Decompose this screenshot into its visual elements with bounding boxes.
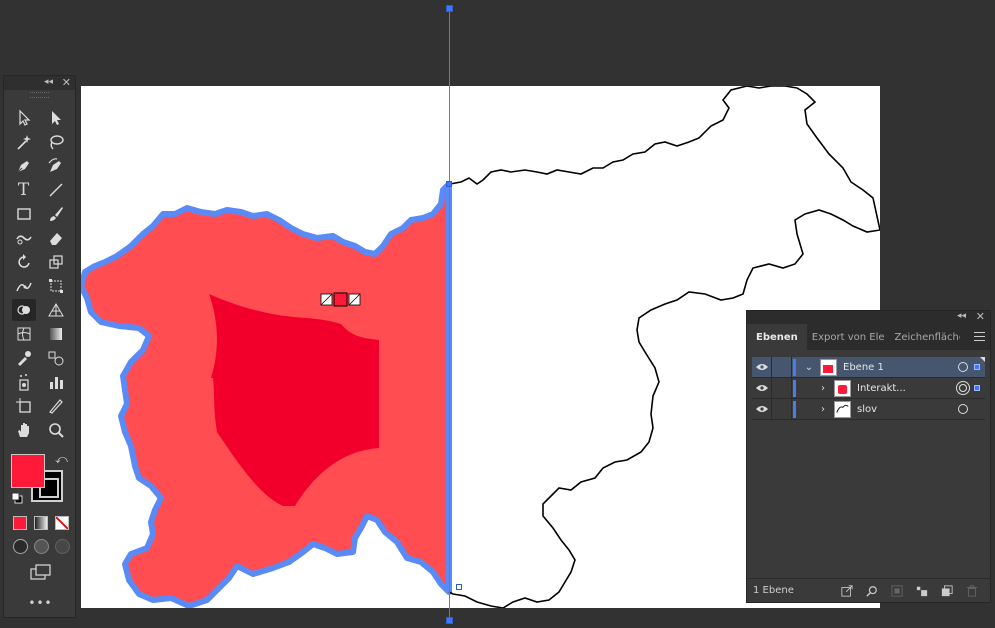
draw-normal-icon[interactable]: [13, 539, 28, 554]
edit-toolbar-icon[interactable]: •••: [4, 596, 77, 610]
tab-asset-export[interactable]: Export von Ele: [807, 324, 890, 350]
selection-vertical-line[interactable]: [449, 8, 450, 621]
layer-name[interactable]: slov: [857, 404, 958, 415]
paintbrush-tool-icon[interactable]: [44, 203, 68, 225]
layer-row[interactable]: › slov: [752, 398, 985, 420]
layers-panel: ◂◂ ✕ Ebenen Export von Ele Zeichenfläche…: [746, 310, 991, 603]
column-graph-tool-icon[interactable]: [44, 371, 68, 393]
target-circle-icon[interactable]: [958, 362, 968, 372]
line-segment-tool-icon[interactable]: [44, 179, 68, 201]
delete-icon[interactable]: [965, 584, 979, 598]
pen-tool-icon[interactable]: [12, 155, 36, 177]
slice-tool-icon[interactable]: [44, 395, 68, 417]
free-transform-tool-icon[interactable]: [44, 275, 68, 297]
lock-toggle[interactable]: [772, 398, 792, 420]
new-sublayer-icon[interactable]: [915, 584, 929, 598]
close-icon[interactable]: ✕: [976, 310, 985, 323]
target-circle-icon[interactable]: [958, 404, 968, 414]
tools-panel-header[interactable]: ◂◂ ✕: [4, 76, 75, 90]
close-icon[interactable]: ✕: [62, 76, 71, 89]
none-mode-button[interactable]: [55, 516, 69, 530]
visibility-eye-icon[interactable]: [752, 377, 772, 399]
layer-color-bar: [793, 379, 796, 397]
rectangle-tool-icon[interactable]: [12, 203, 36, 225]
selection-indicator[interactable]: [974, 364, 980, 370]
selection-tool-icon[interactable]: [12, 107, 36, 129]
layer-row[interactable]: › Interakt...: [752, 377, 985, 399]
layers-panel-header[interactable]: ◂◂ ✕: [747, 310, 990, 324]
layer-count: 1 Ebene: [753, 585, 794, 596]
gradient-mode-button[interactable]: [34, 516, 48, 530]
target-circle-icon[interactable]: [959, 384, 967, 392]
swap-fill-stroke-icon[interactable]: ⤺: [55, 452, 68, 467]
layer-row[interactable]: ⌄ Ebene 1: [752, 356, 985, 378]
search-icon[interactable]: [865, 584, 879, 598]
chevron-right-icon[interactable]: ›: [816, 404, 830, 415]
fill-color-swatch[interactable]: [11, 454, 45, 488]
rotate-tool-icon[interactable]: [12, 251, 36, 273]
perspective-grid-tool-icon[interactable]: [44, 299, 68, 321]
layer-thumbnail: [834, 400, 851, 418]
puppet-warp-tool-icon[interactable]: [12, 275, 36, 297]
draw-inside-icon[interactable]: [55, 539, 70, 554]
magic-wand-tool-icon[interactable]: [12, 131, 36, 153]
type-tool-icon[interactable]: T: [12, 179, 36, 201]
hand-tool-icon[interactable]: [12, 419, 36, 441]
panel-grip[interactable]: [30, 92, 49, 98]
new-layer-icon[interactable]: [940, 584, 954, 598]
layer-name[interactable]: Ebene 1: [843, 362, 958, 373]
artboard-tool-icon[interactable]: [12, 395, 36, 417]
zoom-tool-icon[interactable]: [44, 419, 68, 441]
shaper-tool-icon[interactable]: [12, 227, 36, 249]
layer-name[interactable]: Interakt...: [857, 383, 959, 394]
center-point-marker[interactable]: [320, 292, 361, 307]
tab-artboards[interactable]: Zeichenflächer: [890, 324, 960, 350]
blend-tool-icon[interactable]: [44, 347, 68, 369]
export-icon[interactable]: [840, 584, 854, 598]
chevron-down-icon[interactable]: ⌄: [802, 362, 816, 373]
visibility-eye-icon[interactable]: [752, 398, 772, 420]
symbol-sprayer-tool-icon[interactable]: [12, 371, 36, 393]
direct-selection-tool-icon[interactable]: [44, 107, 68, 129]
scale-tool-icon[interactable]: [44, 251, 68, 273]
layer-color-bar: [793, 400, 796, 418]
mesh-tool-icon[interactable]: [12, 323, 36, 345]
layer-thumbnail: [834, 379, 851, 397]
chevron-right-icon[interactable]: ›: [816, 383, 830, 394]
panel-menu-icon[interactable]: [974, 332, 985, 341]
screen-mode-icon[interactable]: [30, 564, 52, 580]
lock-toggle[interactable]: [772, 356, 792, 378]
collapse-icon[interactable]: ◂◂: [957, 311, 966, 321]
lasso-tool-icon[interactable]: [44, 131, 68, 153]
selection-handle-top[interactable]: [446, 5, 453, 12]
collapse-icon[interactable]: ◂◂: [44, 77, 53, 87]
anchor-point-top[interactable]: [446, 181, 452, 187]
eyedropper-tool-icon[interactable]: [12, 347, 36, 369]
shape-builder-tool-icon[interactable]: [11, 299, 36, 321]
selection-indicator[interactable]: [974, 385, 980, 391]
draw-behind-icon[interactable]: [34, 539, 49, 554]
default-colors-icon[interactable]: [11, 492, 23, 504]
lock-toggle[interactable]: [772, 377, 792, 399]
layer-color-bar: [793, 358, 796, 376]
clipping-mask-icon[interactable]: [890, 584, 904, 598]
gradient-tool-icon[interactable]: [44, 323, 68, 345]
color-mode-button[interactable]: [13, 516, 27, 530]
selection-handle-bottom[interactable]: [446, 617, 453, 624]
visibility-eye-icon[interactable]: [752, 356, 772, 378]
eraser-tool-icon[interactable]: [44, 227, 68, 249]
layer-thumbnail: [820, 358, 837, 376]
tools-panel: ◂◂ ✕ T ⤺ •••: [3, 75, 76, 618]
curvature-tool-icon[interactable]: [44, 155, 68, 177]
current-layer-indicator: [980, 357, 985, 362]
anchor-point-bottom[interactable]: [456, 584, 462, 590]
tab-layers[interactable]: Ebenen: [747, 324, 807, 350]
